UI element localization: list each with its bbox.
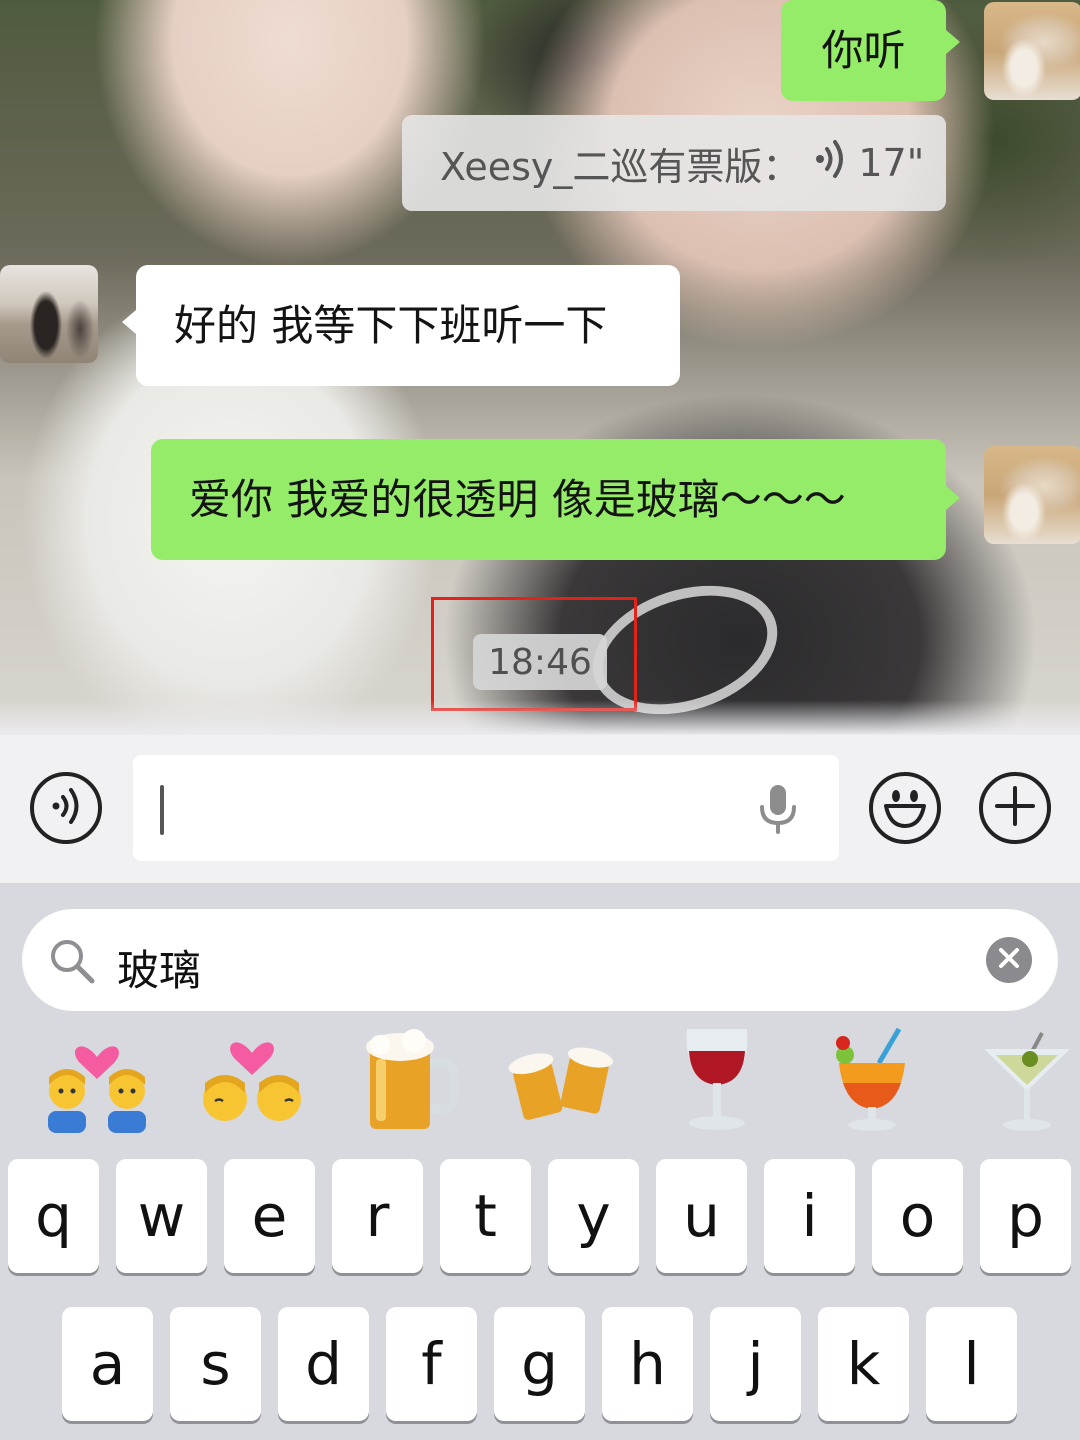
key-s[interactable]: s	[170, 1307, 261, 1421]
beer-mug-emoji[interactable]	[352, 1023, 462, 1133]
search-icon	[48, 937, 96, 989]
key-a[interactable]: a	[62, 1307, 153, 1421]
emoji-button[interactable]	[869, 772, 941, 844]
kiss-emoji[interactable]	[197, 1023, 307, 1133]
message-input[interactable]	[133, 755, 839, 861]
message-text: 爱你 我爱的很透明 像是玻璃～～～	[189, 474, 846, 524]
key-w[interactable]: w	[116, 1159, 207, 1273]
smiley-icon	[880, 784, 930, 832]
wine-glass-emoji[interactable]	[662, 1023, 772, 1133]
clear-search-button[interactable]	[986, 937, 1032, 983]
plus-icon	[993, 784, 1037, 832]
bubble-tail	[946, 30, 960, 54]
emoji-search-field[interactable]: 玻璃	[22, 909, 1058, 1011]
voice-wave-icon	[814, 139, 848, 188]
chat-input-bar	[0, 735, 1080, 883]
bubble-tail	[122, 310, 136, 334]
key-p[interactable]: p	[980, 1159, 1071, 1273]
contact-avatar[interactable]	[0, 265, 98, 363]
key-t[interactable]: t	[440, 1159, 531, 1273]
couple-with-heart-emoji[interactable]	[42, 1023, 152, 1133]
key-g[interactable]: g	[494, 1307, 585, 1421]
sent-message-bubble[interactable]: 你听	[781, 0, 946, 101]
key-d[interactable]: d	[278, 1307, 369, 1421]
more-actions-button[interactable]	[979, 772, 1051, 844]
voice-mode-button[interactable]	[30, 772, 102, 844]
key-q[interactable]: q	[8, 1159, 99, 1273]
key-o[interactable]: o	[872, 1159, 963, 1273]
close-icon	[998, 947, 1020, 973]
quoted-voice-message[interactable]: Xeesy_二巡有票版： 17"	[402, 115, 946, 211]
voice-wave-icon	[46, 786, 86, 830]
key-l[interactable]: l	[926, 1307, 1017, 1421]
keyboard-panel: 玻璃 q w e r t y u i o p a s d f g h j k l	[0, 883, 1080, 1440]
bubble-tail	[946, 486, 960, 510]
chat-bottom-fade	[0, 700, 1080, 735]
received-message-bubble[interactable]: 好的 我等下下班听一下	[136, 265, 680, 386]
sent-message-bubble[interactable]: 爱你 我爱的很透明 像是玻璃～～～	[151, 439, 946, 560]
key-i[interactable]: i	[764, 1159, 855, 1273]
key-u[interactable]: u	[656, 1159, 747, 1273]
key-r[interactable]: r	[332, 1159, 423, 1273]
voice-duration: 17"	[858, 141, 925, 185]
text-caret	[160, 785, 164, 835]
key-f[interactable]: f	[386, 1307, 477, 1421]
microphone-icon[interactable]	[757, 783, 799, 839]
my-avatar[interactable]	[984, 2, 1080, 100]
clinking-beer-mugs-emoji[interactable]	[507, 1023, 617, 1133]
my-avatar[interactable]	[984, 446, 1080, 544]
cocktail-glass-emoji[interactable]	[972, 1023, 1080, 1133]
key-j[interactable]: j	[710, 1307, 801, 1421]
key-e[interactable]: e	[224, 1159, 315, 1273]
highlight-annotation-box	[431, 597, 637, 711]
voice-sender: Xeesy_二巡有票版：	[440, 144, 801, 189]
tropical-drink-emoji[interactable]	[817, 1023, 927, 1133]
message-text: 你听	[821, 25, 906, 75]
key-y[interactable]: y	[548, 1159, 639, 1273]
emoji-search-query: 玻璃	[117, 946, 202, 995]
chat-area: 你听 Xeesy_二巡有票版： 17" 好的 我等下下班听一下 爱你 我爱的很透…	[0, 0, 1080, 735]
message-text: 好的 我等下下班听一下	[174, 300, 608, 350]
key-k[interactable]: k	[818, 1307, 909, 1421]
key-h[interactable]: h	[602, 1307, 693, 1421]
